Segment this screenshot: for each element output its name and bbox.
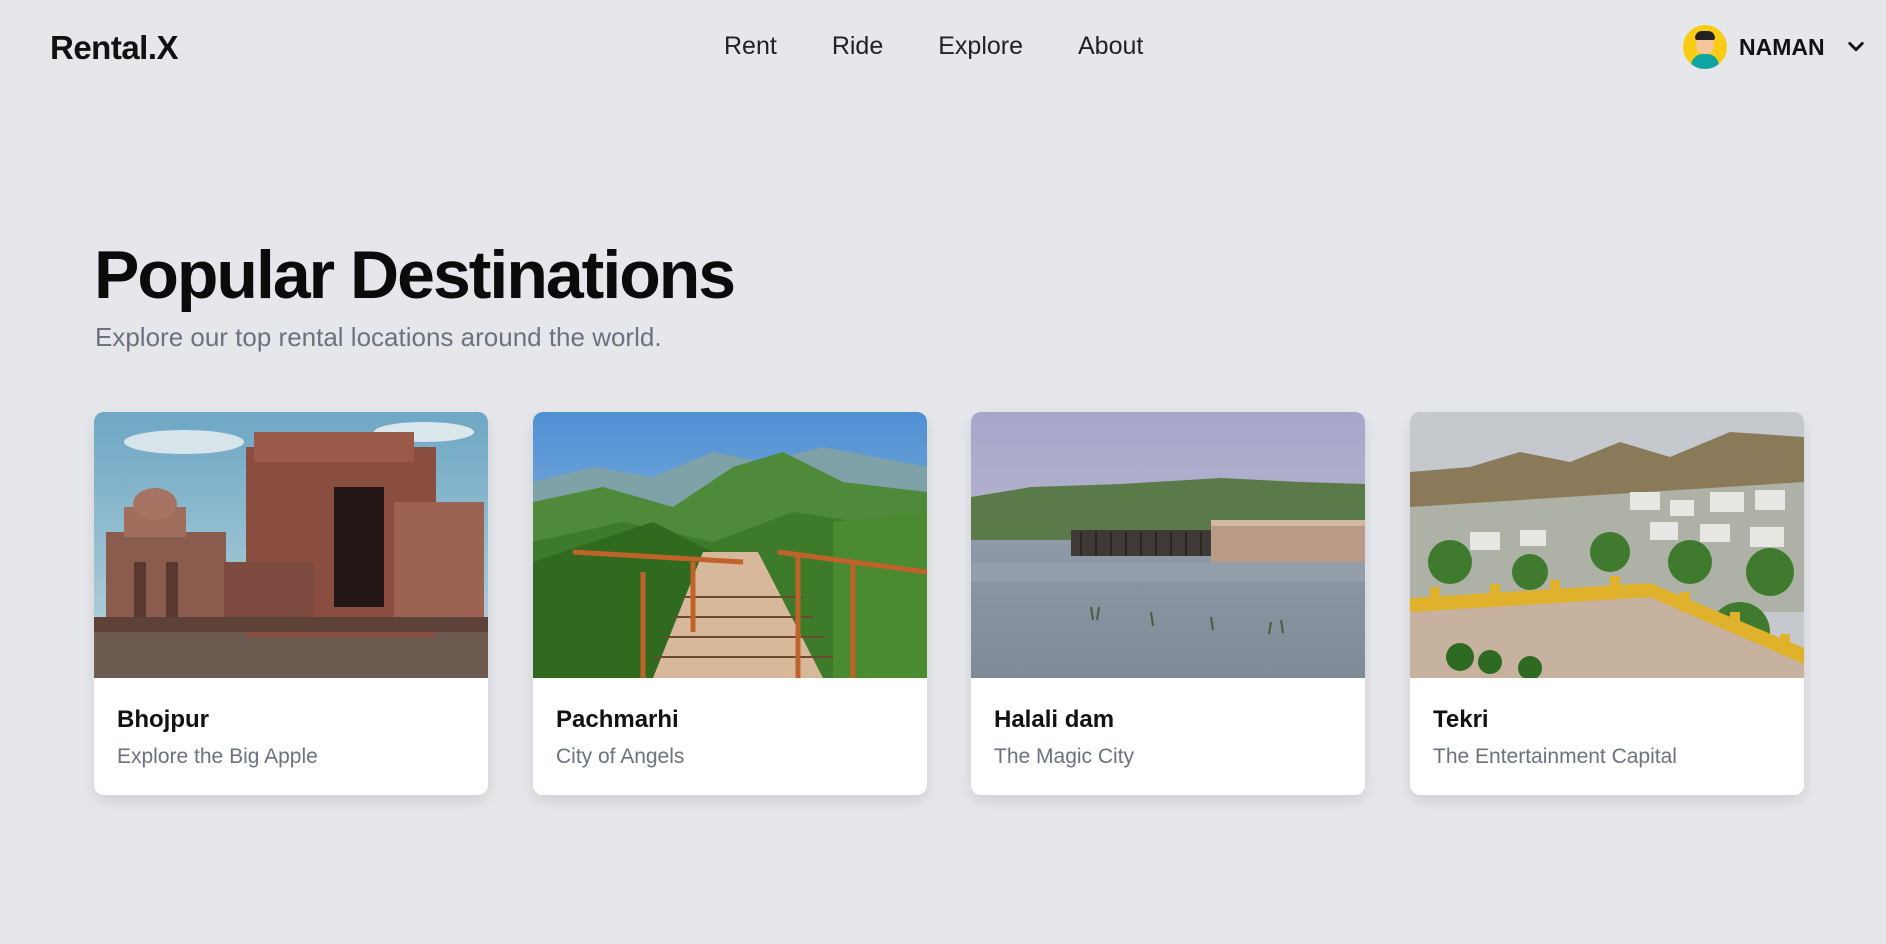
destination-card-halali-dam[interactable]: Halali dam The Magic City: [971, 412, 1365, 795]
card-title: Halali dam: [994, 706, 1115, 733]
nav-link-ride[interactable]: Ride: [832, 32, 883, 61]
user-menu[interactable]: NAMAN: [1683, 25, 1865, 69]
page-subtitle: Explore our top rental locations around …: [95, 322, 662, 352]
chevron-down-icon[interactable]: [1847, 38, 1865, 56]
page-title: Popular Destinations: [94, 237, 736, 313]
destination-card-tekri[interactable]: Tekri The Entertainment Capital: [1410, 412, 1804, 795]
destination-image[interactable]: [971, 412, 1365, 678]
card-tagline: Explore the Big Apple: [117, 745, 318, 768]
card-tagline: City of Angels: [556, 745, 685, 768]
nav-link-rent[interactable]: Rent: [724, 32, 777, 61]
top-navbar: Rental.X Rent Ride Explore About NAMAN: [0, 0, 1886, 98]
nav-link-about[interactable]: About: [1078, 32, 1143, 61]
nav-links: Rent Ride Explore About: [724, 32, 1198, 61]
card-title: Tekri: [1433, 706, 1489, 733]
user-name[interactable]: NAMAN: [1739, 34, 1825, 61]
destination-card-pachmarhi[interactable]: Pachmarhi City of Angels: [533, 412, 927, 795]
card-tagline: The Entertainment Capital: [1433, 745, 1677, 768]
card-title: Pachmarhi: [556, 706, 679, 733]
nav-link-explore[interactable]: Explore: [938, 32, 1023, 61]
destination-card-bhojpur[interactable]: Bhojpur Explore the Big Apple: [94, 412, 488, 795]
card-title: Bhojpur: [117, 706, 209, 733]
destination-image[interactable]: [533, 412, 927, 678]
avatar-icon[interactable]: [1683, 25, 1727, 69]
destination-image[interactable]: [1410, 412, 1804, 678]
card-tagline: The Magic City: [994, 745, 1135, 768]
destination-image[interactable]: [94, 412, 488, 678]
brand-logo[interactable]: Rental.X: [50, 29, 179, 67]
